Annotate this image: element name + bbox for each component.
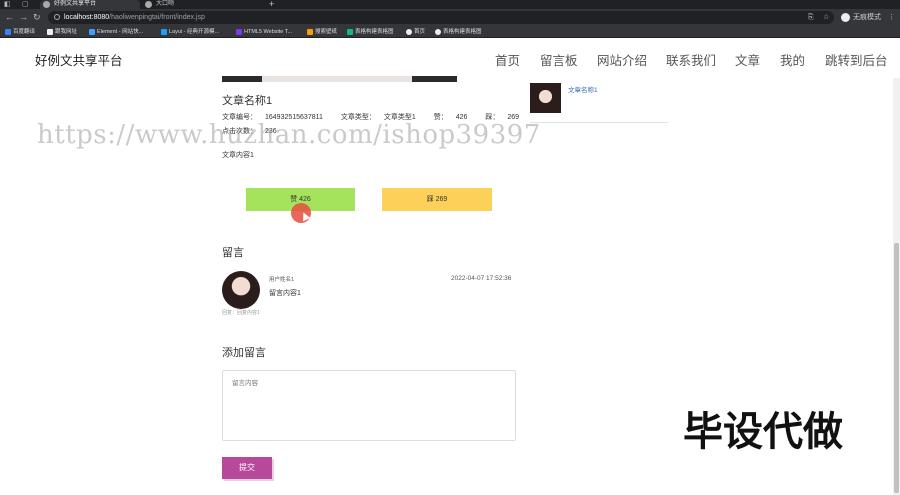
article-content: 文章内容1 bbox=[222, 152, 254, 159]
bookmark-item[interactable]: 首页 bbox=[406, 26, 425, 38]
window-menu-icon[interactable]: ◧ bbox=[4, 0, 11, 9]
nav-message-board[interactable]: 留言板 bbox=[540, 50, 578, 69]
bookmark-item[interactable]: 跟我网址 bbox=[47, 26, 77, 38]
avatar bbox=[222, 271, 260, 309]
plus-icon[interactable]: + bbox=[269, 0, 274, 9]
nav-home[interactable]: 首页 bbox=[495, 50, 520, 69]
url-path: /haoliwenpingtai/front/index.jsp bbox=[109, 14, 205, 21]
url-host: localhost:8080 bbox=[64, 14, 110, 21]
site-title[interactable]: 好例文共享平台 bbox=[35, 50, 123, 69]
avatar bbox=[841, 12, 850, 22]
related-article-link[interactable]: 文章名称1 bbox=[568, 84, 598, 94]
bookmark-icon bbox=[5, 29, 11, 35]
profile-button[interactable]: 无痕模式 bbox=[841, 12, 881, 23]
add-comment-title: 添加留言 bbox=[222, 347, 266, 359]
bookmark-icon bbox=[307, 29, 313, 35]
nav-contact[interactable]: 联系我们 bbox=[666, 50, 716, 69]
star-icon[interactable]: ☆ bbox=[823, 12, 829, 23]
bookmark-label: 表格构建表格图 bbox=[355, 29, 394, 35]
bookmark-icon bbox=[236, 29, 242, 35]
comment-textarea[interactable] bbox=[222, 370, 516, 441]
bookmark-label: 表格构建表格图 bbox=[443, 29, 482, 35]
comment-reply: 回复：回复内容1 bbox=[222, 310, 260, 316]
bookmark-label: 首页 bbox=[414, 29, 426, 35]
bookmark-item[interactable]: 百度翻译 bbox=[5, 26, 35, 38]
bookmark-label: 百度翻译 bbox=[13, 29, 36, 35]
comments-title: 留言 bbox=[222, 247, 244, 259]
more-vert-icon[interactable]: ⋮ bbox=[888, 12, 895, 23]
bookmark-label: 搜索壁纸 bbox=[315, 29, 338, 35]
article-image bbox=[222, 76, 457, 82]
bookmark-item[interactable]: 搜索壁纸 bbox=[307, 26, 337, 38]
site-info-icon[interactable] bbox=[54, 14, 60, 20]
bookmark-label: Element - 网站快... bbox=[97, 29, 144, 35]
url-field[interactable]: localhost:8080/haoliwenpingtai/front/ind… bbox=[48, 11, 834, 24]
comment-user: 用户姓名1 bbox=[269, 277, 295, 283]
bookmark-item[interactable]: 表格构建表格图 bbox=[347, 26, 394, 38]
url-text: localhost:8080/haoliwenpingtai/front/ind… bbox=[64, 11, 205, 24]
bookmarks-bar: 百度翻译 跟我网址 Element - 网站快... Layui - 经典开源模… bbox=[0, 26, 900, 38]
site-header: 好例文共享平台 首页 留言板 网站介绍 联系我们 文章 我的 跳转到后台 bbox=[0, 38, 900, 78]
bookmark-item[interactable]: HTML5 Website T... bbox=[236, 26, 292, 38]
bookmark-label: 跟我网址 bbox=[55, 29, 78, 35]
browser-tab-1[interactable]: 好例文共享平台 bbox=[40, 0, 140, 9]
tab-favicon-icon bbox=[145, 1, 152, 8]
comment-time: 2022-04-07 17:52:36 bbox=[451, 275, 512, 282]
related-article-thumbnail[interactable] bbox=[530, 83, 561, 113]
browser-address-bar: ← → ↻ localhost:8080/haoliwenpingtai/fro… bbox=[0, 9, 900, 26]
profile-label: 无痕模式 bbox=[853, 14, 881, 21]
bookmark-icon bbox=[47, 29, 53, 35]
submit-button[interactable]: 提交 bbox=[222, 457, 272, 479]
page-scrollbar[interactable] bbox=[893, 78, 900, 495]
nav-articles[interactable]: 文章 bbox=[735, 50, 760, 69]
back-arrow-icon[interactable]: ← bbox=[5, 12, 14, 23]
cursor-click-indicator-icon bbox=[291, 203, 311, 223]
divider bbox=[530, 122, 668, 123]
bookmark-icon bbox=[347, 29, 353, 35]
bookmark-icon bbox=[89, 29, 95, 35]
promo-overlay-text: 毕设代做 bbox=[683, 410, 843, 454]
reload-icon[interactable]: ↻ bbox=[33, 12, 41, 23]
bookmark-item[interactable]: 表格构建表格图 bbox=[435, 26, 482, 38]
browser-tab-bar: ◧ ▢ 好例文共享平台 大口吻 + bbox=[0, 0, 900, 9]
bookmark-label: Layui - 经典开源模... bbox=[169, 29, 220, 35]
forward-arrow-icon[interactable]: → bbox=[19, 12, 28, 23]
article-title: 文章名称1 bbox=[222, 95, 273, 107]
nav-about[interactable]: 网站介绍 bbox=[597, 50, 647, 69]
bookmark-item[interactable]: Element - 网站快... bbox=[89, 26, 143, 38]
bookmark-icon bbox=[161, 29, 167, 35]
comment-content: 留言内容1 bbox=[269, 290, 301, 297]
dislike-button[interactable]: 踩 269 bbox=[382, 188, 492, 211]
tab-favicon-icon bbox=[43, 1, 50, 8]
nav-mine[interactable]: 我的 bbox=[780, 50, 805, 69]
browser-tab-title: 好例文共享平台 bbox=[54, 1, 97, 7]
bookmark-icon bbox=[406, 29, 412, 35]
nav-admin[interactable]: 跳转到后台 bbox=[825, 50, 888, 69]
bookmark-label: HTML5 Website T... bbox=[244, 29, 293, 35]
tab-search-icon[interactable]: ▢ bbox=[22, 0, 29, 9]
watermark-text: https://www.huzhan.com/ishop39397 bbox=[37, 120, 541, 150]
browser-tab-2[interactable]: 大口吻 bbox=[142, 0, 252, 9]
scrollbar-thumb[interactable] bbox=[894, 243, 899, 493]
translate-icon[interactable]: ⎘ bbox=[808, 12, 814, 23]
bookmark-icon bbox=[435, 29, 441, 35]
bookmark-item[interactable]: Layui - 经典开源模... bbox=[161, 26, 219, 38]
browser-tab-title: 大口吻 bbox=[156, 1, 175, 7]
